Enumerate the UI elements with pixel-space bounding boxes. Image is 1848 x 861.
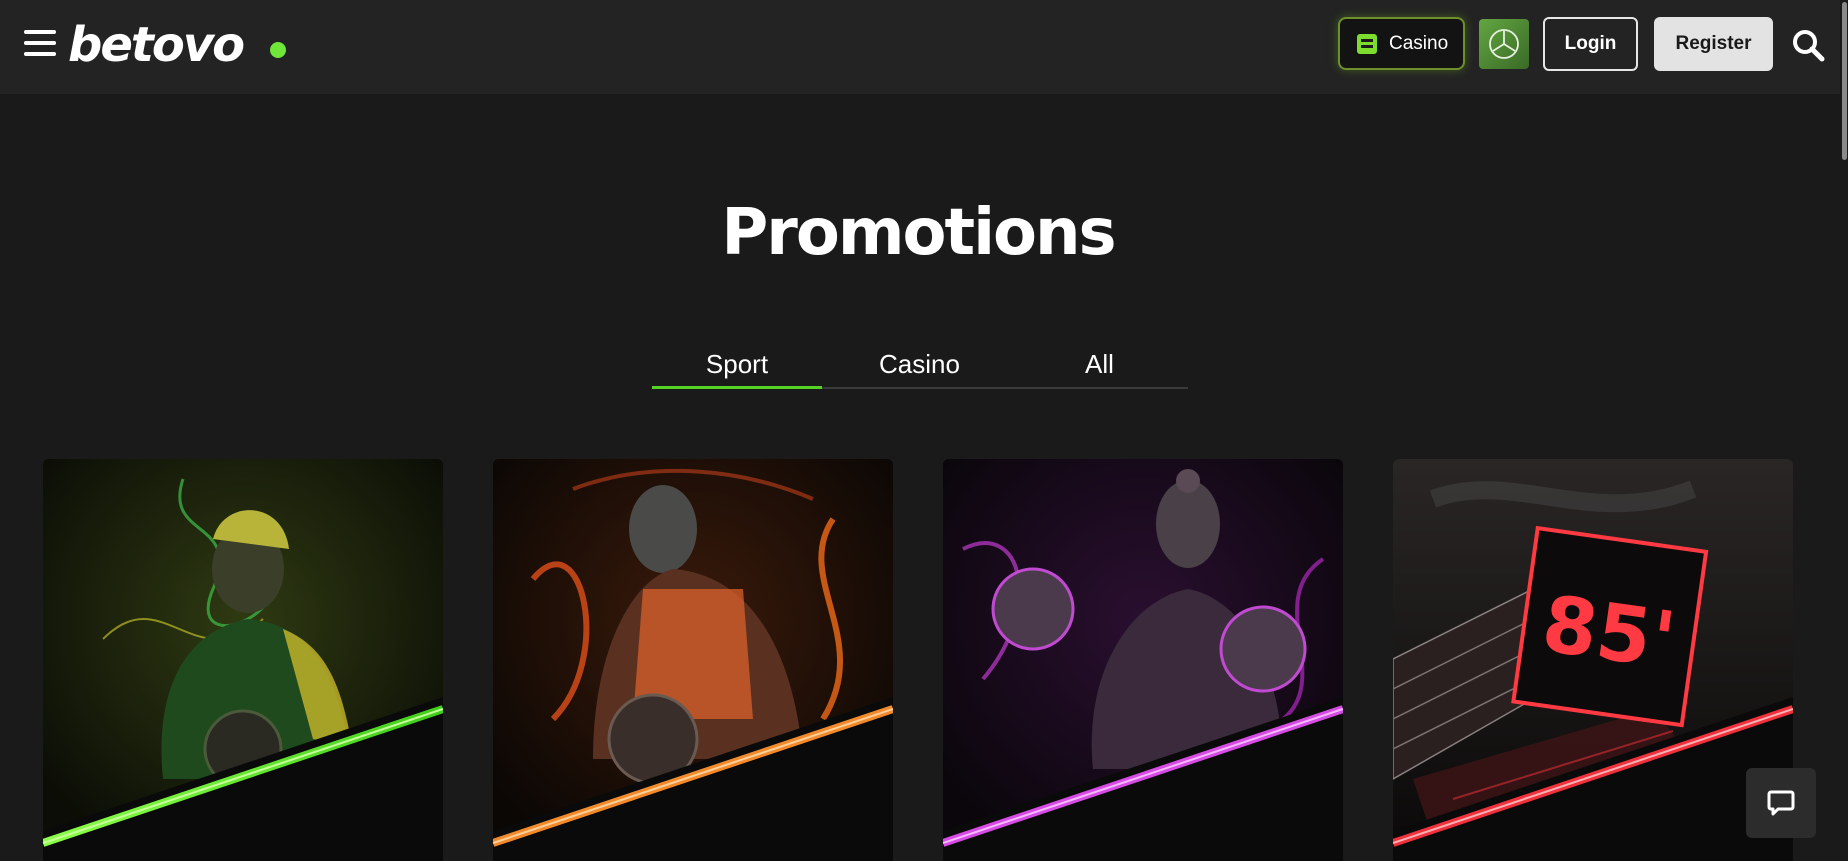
tab-sport[interactable]: Sport bbox=[652, 341, 822, 389]
search-button[interactable] bbox=[1791, 28, 1825, 62]
mercedes-icon bbox=[1489, 29, 1519, 59]
register-button[interactable]: Register bbox=[1654, 17, 1773, 71]
betovo-logo[interactable]: betovo bbox=[68, 20, 245, 70]
billboard-85: 85' bbox=[1537, 579, 1681, 687]
promo-card-85-minute[interactable]: 85' bbox=[1393, 459, 1793, 861]
tab-casino[interactable]: Casino bbox=[832, 341, 1007, 387]
promo-card-football[interactable] bbox=[43, 459, 443, 861]
boxer-image bbox=[943, 459, 1343, 861]
basketball-player-image bbox=[493, 459, 893, 861]
casino-button[interactable]: Casino bbox=[1338, 17, 1465, 70]
chat-icon bbox=[1767, 790, 1795, 816]
top-header: betovo Casino Login Register bbox=[0, 0, 1848, 94]
page-title: Promotions bbox=[721, 196, 1116, 270]
slot-machine-icon bbox=[1357, 33, 1377, 54]
football-player-image bbox=[43, 459, 443, 861]
tab-all[interactable]: All bbox=[1012, 341, 1187, 387]
stadium-billboard-image: 85' bbox=[1393, 459, 1793, 861]
menu-icon[interactable] bbox=[24, 30, 56, 56]
logo-accent bbox=[270, 42, 286, 58]
search-icon bbox=[1793, 30, 1825, 62]
sponsor-button[interactable] bbox=[1479, 19, 1529, 69]
promo-card-boxing[interactable] bbox=[943, 459, 1343, 861]
live-chat-button[interactable] bbox=[1746, 768, 1816, 838]
promo-card-basketball[interactable] bbox=[493, 459, 893, 861]
login-button[interactable]: Login bbox=[1543, 17, 1638, 71]
promotion-tabs: Sport Casino All bbox=[652, 341, 1188, 389]
casino-button-label: Casino bbox=[1389, 32, 1449, 54]
scrollbar-thumb[interactable] bbox=[1842, 2, 1847, 160]
